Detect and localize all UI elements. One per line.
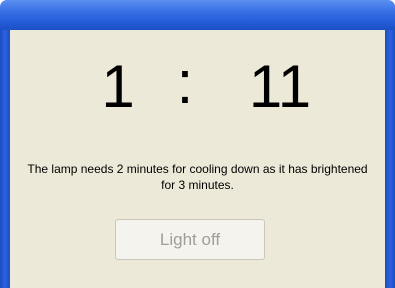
dialog-content: 1 : 11 The lamp needs 2 minutes for cool… (10, 30, 385, 288)
light-off-button[interactable]: Light off (115, 219, 265, 260)
timer-separator: : (176, 49, 194, 116)
countdown-timer: 1 : 11 (10, 49, 385, 122)
cooling-message: The lamp needs 2 minutes for cooling dow… (27, 162, 368, 192)
dialog-window: 1 : 11 The lamp needs 2 minutes for cool… (0, 0, 395, 288)
timer-seconds: 11 (248, 53, 312, 120)
window-frame-left (0, 30, 10, 288)
window-frame-right (385, 30, 395, 288)
title-bar[interactable] (0, 0, 395, 30)
timer-minutes: 1 (101, 53, 135, 120)
